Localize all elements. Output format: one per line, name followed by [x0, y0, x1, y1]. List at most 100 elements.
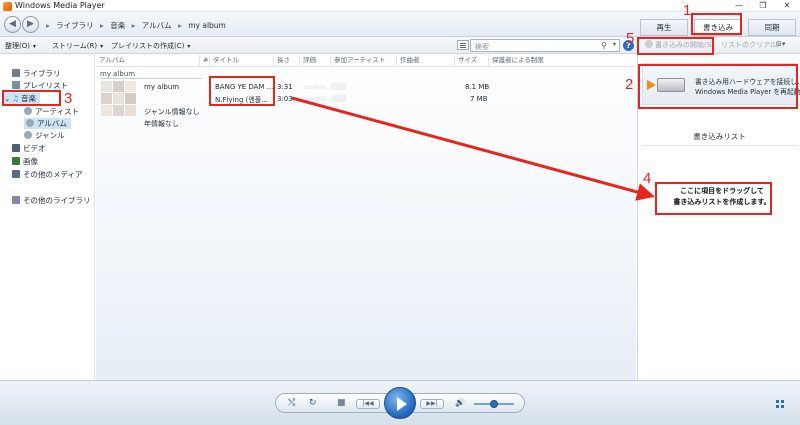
title-bar: Windows Media Player — ❐ ✕: [0, 0, 800, 12]
breadcrumb-music[interactable]: 音楽: [110, 21, 125, 30]
breadcrumb-my-album[interactable]: my album: [188, 21, 226, 30]
chevron-down-icon: ▾: [100, 43, 104, 50]
annotation-box-music: [2, 90, 61, 106]
rating-stars[interactable]: ☆☆☆☆☆: [303, 96, 326, 103]
header-divider: [96, 66, 636, 67]
tab-play[interactable]: 再生: [640, 19, 688, 36]
wmp-logo-icon: [3, 2, 12, 11]
sidebar-item-video[interactable]: ビデオ: [12, 143, 46, 154]
chevron-down-icon: ▾: [32, 43, 36, 50]
close-button[interactable]: ✕: [776, 0, 798, 12]
sidebar-item-label: ジャンル: [35, 131, 65, 140]
sidebar-item-library[interactable]: ライブラリ: [12, 68, 61, 79]
volume-icon[interactable]: 🔊: [455, 398, 465, 407]
album-art[interactable]: [101, 81, 139, 117]
breadcrumb-separator: ▸: [46, 21, 50, 30]
artist-icon: [24, 107, 32, 115]
player-controls-bar: ⤭ ↻ ■ |◀◀ ▶▶| 🔊: [0, 380, 800, 425]
sidebar-item-album[interactable]: アルバム: [24, 118, 71, 129]
sidebar-item-label: ビデオ: [23, 144, 46, 153]
image-icon: [12, 157, 20, 165]
sidebar-item-artist[interactable]: アーティスト: [24, 106, 79, 117]
search-input[interactable]: 検索 ⚲ ▾: [470, 39, 620, 52]
list-options-icon[interactable]: ⊟▾: [776, 40, 785, 48]
other-library-icon: [12, 196, 20, 204]
window-title: Windows Media Player: [15, 1, 105, 10]
breadcrumb-library[interactable]: ライブラリ: [56, 21, 94, 30]
album-group-divider: [100, 78, 202, 79]
breadcrumb: ▸ ライブラリ ▸ 音楽 ▸ アルバム ▸ my album: [46, 20, 230, 31]
previous-button[interactable]: |◀◀: [356, 399, 380, 409]
track-length: 3:31: [277, 83, 293, 91]
annotation-box-device: [638, 64, 798, 109]
search-placeholder: 検索: [475, 43, 489, 51]
organize-label: 整理(O): [5, 42, 30, 50]
annotation-number-3: 3: [64, 90, 73, 107]
track-length: 3:03: [277, 95, 293, 103]
minimize-button[interactable]: —: [728, 0, 750, 12]
album-icon: [26, 119, 34, 127]
repeat-button[interactable]: ↻: [309, 398, 317, 408]
shuffle-button[interactable]: ⤭: [288, 398, 295, 408]
stream-label: ストリーム(R): [52, 42, 98, 50]
library-content: アルバム # タイトル 長さ 評価 参加アーティスト 作曲者 サイズ 保護者によ…: [96, 55, 636, 380]
forward-button[interactable]: ▶: [22, 16, 39, 33]
volume-slider-thumb[interactable]: [490, 400, 498, 408]
annotation-box-drop-area: [655, 182, 772, 215]
genre-icon: [24, 131, 32, 139]
blurred-artist: [331, 83, 346, 90]
play-button[interactable]: [384, 387, 416, 419]
album-year: 年情報なし: [144, 120, 179, 128]
search-icon[interactable]: ⚲: [601, 41, 607, 50]
create-playlist-menu[interactable]: プレイリストの作成(C) ▾: [111, 41, 190, 51]
sidebar-item-genre[interactable]: ジャンル: [24, 130, 65, 141]
view-options-icon[interactable]: [457, 40, 469, 50]
stream-menu[interactable]: ストリーム(R) ▾: [52, 41, 103, 51]
breadcrumb-separator: ▸: [131, 21, 136, 30]
sidebar-item-label: その他のメディア: [23, 170, 83, 179]
back-button[interactable]: ◀: [4, 16, 21, 33]
breadcrumb-separator: ▸: [100, 21, 104, 30]
album-genre: ジャンル情報なし: [144, 108, 200, 116]
annotation-box-burn-tab: [691, 13, 742, 35]
video-icon: [12, 144, 20, 152]
sidebar-item-label: プレイリスト: [23, 81, 68, 90]
clear-list-button[interactable]: リストのクリア(L): [721, 40, 779, 50]
track-size: 8.1 MB: [465, 83, 490, 91]
tab-sync[interactable]: 同期: [748, 19, 796, 36]
other-media-icon: [12, 170, 20, 178]
burn-list-title: 書き込みリスト: [693, 132, 746, 141]
annotation-box-start-burn: [637, 37, 714, 55]
sidebar-item-other-libraries[interactable]: その他のライブラリ: [12, 195, 91, 206]
sidebar-item-images[interactable]: 画像: [12, 156, 38, 167]
annotation-number-5: 5: [626, 30, 635, 47]
album-group-label: my album: [100, 70, 136, 78]
annotation-number-4: 4: [643, 170, 652, 187]
sidebar-item-label: アルバム: [37, 119, 67, 128]
sidebar-item-label: アーティスト: [35, 107, 80, 116]
breadcrumb-album[interactable]: アルバム: [142, 21, 172, 30]
sidebar-item-other-media[interactable]: その他のメディア: [12, 169, 82, 180]
chevron-down-icon: ▾: [187, 43, 191, 50]
switch-to-now-playing-icon[interactable]: [776, 400, 786, 408]
annotation-number-1: 1: [683, 2, 692, 19]
album-name: my album: [144, 83, 180, 91]
track-size: 7 MB: [470, 95, 488, 103]
sidebar-item-label: その他のライブラリ: [23, 196, 91, 205]
breadcrumb-separator: ▸: [178, 21, 182, 30]
playlist-icon: [12, 81, 20, 89]
search-dropdown-icon[interactable]: ▾: [613, 41, 616, 48]
stop-button[interactable]: ■: [337, 398, 346, 408]
burn-list-divider: [642, 145, 798, 146]
next-button[interactable]: ▶▶|: [420, 399, 444, 409]
rating-stars[interactable]: ☆☆☆☆☆: [303, 84, 326, 91]
maximize-button[interactable]: ❐: [752, 0, 774, 12]
organize-menu[interactable]: 整理(O) ▾: [5, 41, 36, 51]
sidebar-item-label: ライブラリ: [23, 69, 61, 78]
library-icon: [12, 69, 20, 77]
annotation-box-tracks: [209, 76, 275, 106]
blurred-artist: [331, 95, 346, 102]
create-playlist-label: プレイリストの作成(C): [111, 42, 185, 50]
annotation-number-2: 2: [625, 76, 634, 93]
sidebar-item-label: 画像: [23, 157, 38, 166]
